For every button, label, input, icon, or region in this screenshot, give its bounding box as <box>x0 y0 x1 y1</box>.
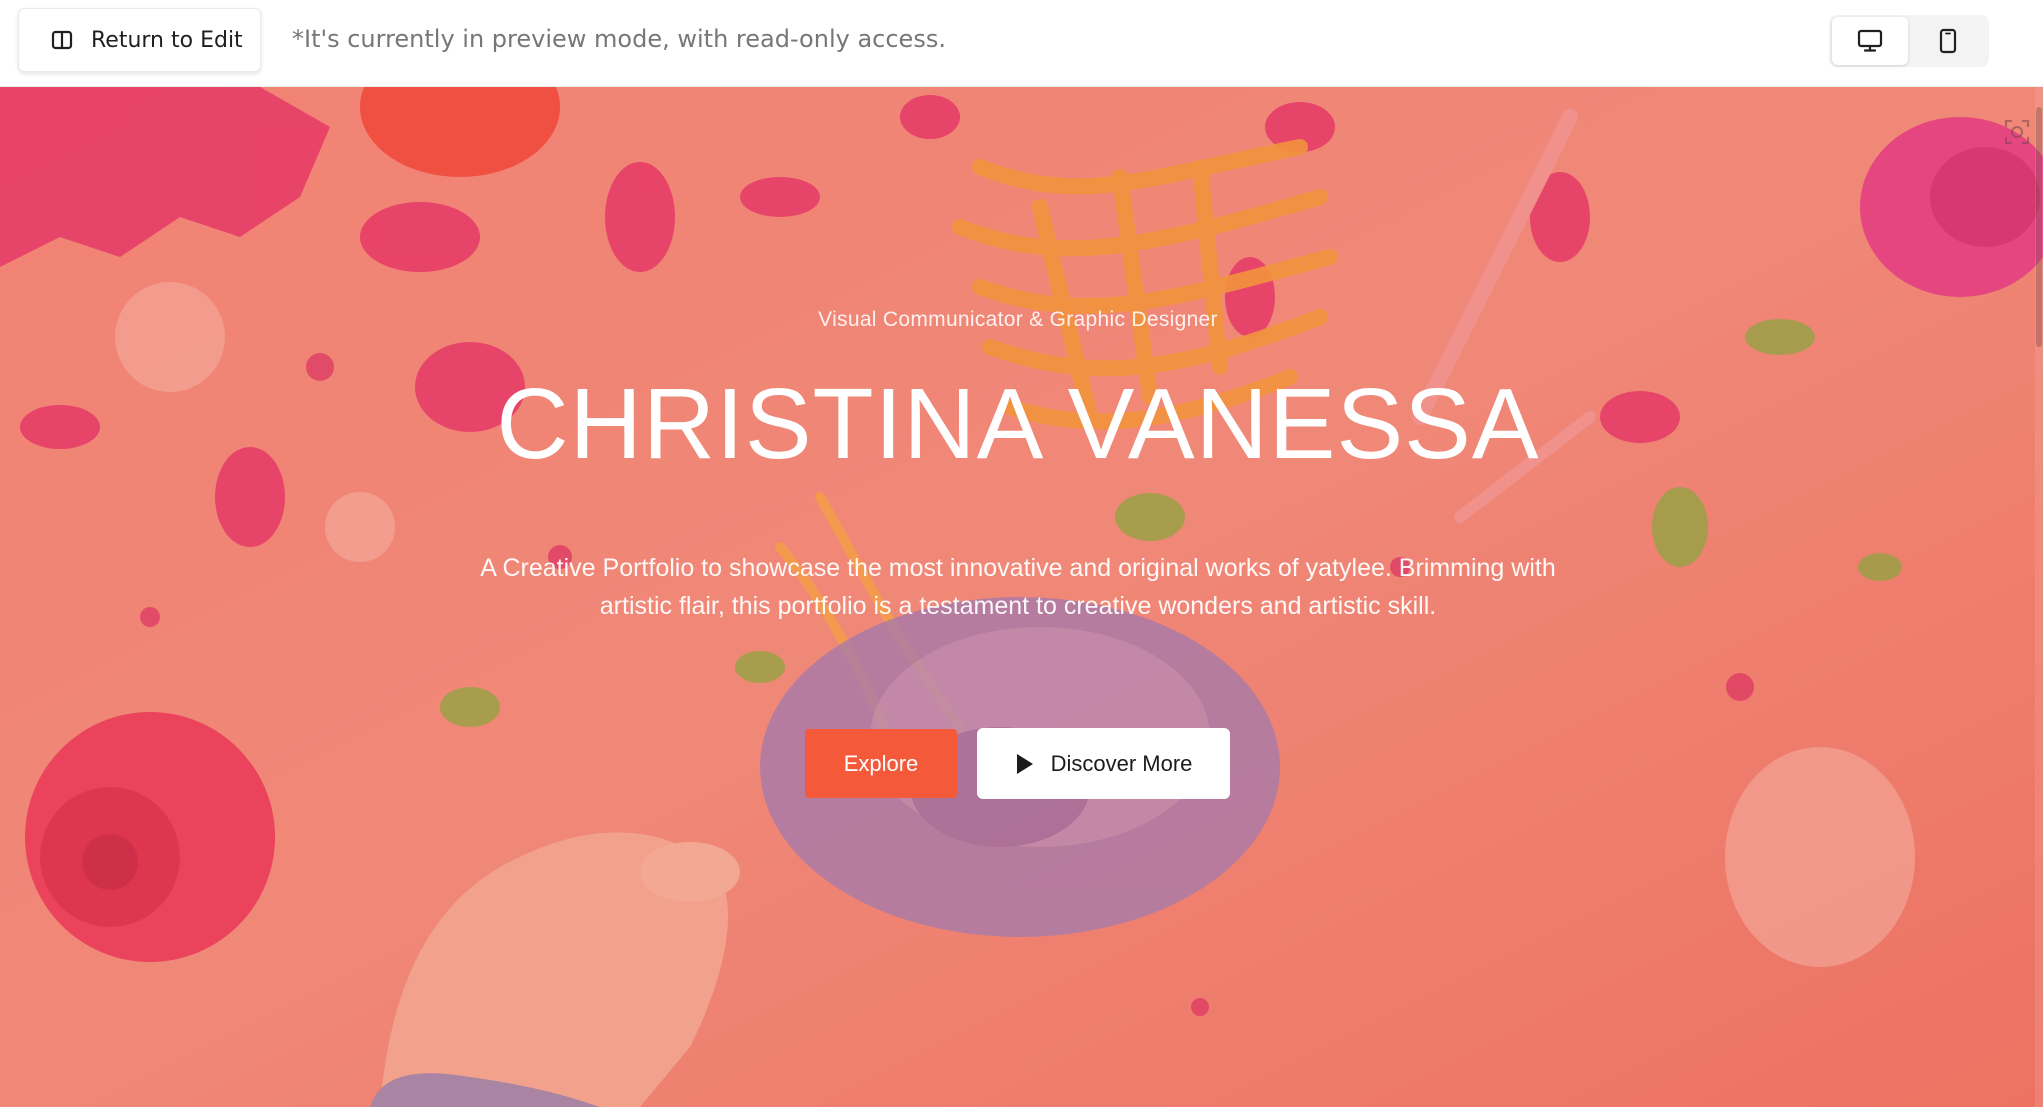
hero-subtitle: Visual Communicator & Graphic Designer <box>818 308 1218 331</box>
discover-more-label: Discover More <box>1050 750 1193 776</box>
panel-icon <box>51 30 73 50</box>
explore-button-label: Explore <box>843 750 919 776</box>
explore-button[interactable]: Explore <box>805 729 957 798</box>
preview-mode-note: *It's currently in preview mode, with re… <box>292 25 946 53</box>
play-icon <box>1016 753 1033 774</box>
scrollbar-thumb[interactable] <box>2036 107 2042 347</box>
mobile-view-button[interactable] <box>1910 17 1986 65</box>
mobile-icon <box>1939 28 1957 54</box>
hero-title: CHRISTINA VANESSA <box>496 368 1540 480</box>
return-to-edit-label: Return to Edit <box>91 27 243 53</box>
discover-more-button[interactable]: Discover More <box>977 728 1230 799</box>
return-to-edit-button[interactable]: Return to Edit <box>18 8 261 72</box>
device-switcher <box>1829 15 1989 67</box>
preview-toolbar: Return to Edit *It's currently in previe… <box>0 0 2043 87</box>
hero-description: A Creative Portfolio to showcase the mos… <box>480 554 1556 620</box>
desktop-icon <box>1857 29 1883 52</box>
desktop-view-button[interactable] <box>1832 17 1908 65</box>
hero-section: Visual Communicator & Graphic Designer C… <box>0 87 2043 1107</box>
scan-icon[interactable] <box>2004 119 2030 145</box>
page-scrollbar[interactable] <box>2035 87 2043 1107</box>
